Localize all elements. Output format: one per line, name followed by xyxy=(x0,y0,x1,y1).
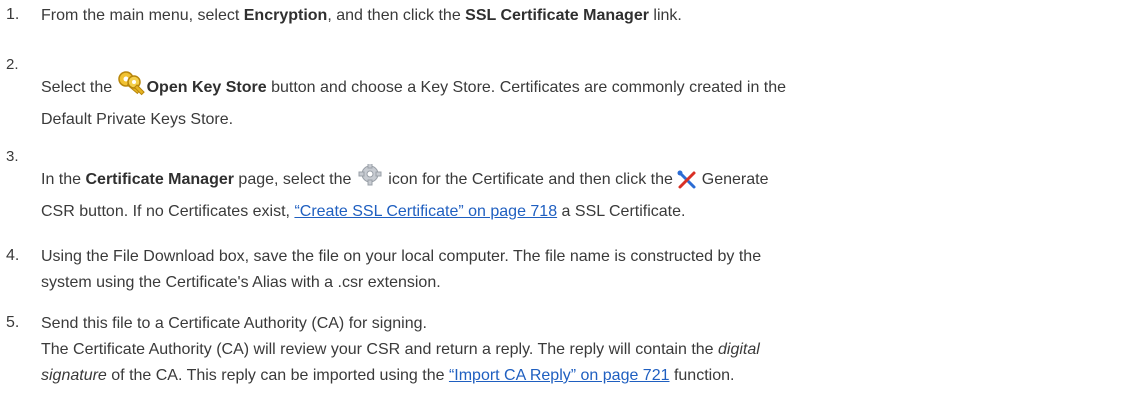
step-text: Select the Open Key Store button and cho… xyxy=(41,70,1141,133)
link-create-ssl-certificate[interactable]: “Create SSL Certificate” on page 718 xyxy=(294,203,557,220)
step-number: 1. xyxy=(6,6,20,23)
key-icon xyxy=(117,70,147,107)
step-number: 5. xyxy=(6,314,20,331)
step-text: From the main menu, select Encryption, a… xyxy=(41,7,682,24)
tools-icon xyxy=(677,170,697,199)
link-import-ca-reply[interactable]: “Import CA Reply” on page 721 xyxy=(449,367,670,384)
step-text: Send this file to a Certificate Authorit… xyxy=(41,315,760,384)
link-ssl-certificate-manager: SSL Certificate Manager xyxy=(465,7,649,24)
step-number: 3. xyxy=(6,148,19,165)
step-text: Using the File Download box, save the fi… xyxy=(41,248,762,291)
open-key-store-button: Open Key Store xyxy=(146,79,267,96)
step-number: 2. xyxy=(6,56,19,73)
gear-icon xyxy=(356,162,384,199)
step-text: In the Certificate Manager page, select … xyxy=(41,162,1141,225)
menu-item-encryption: Encryption xyxy=(243,7,328,24)
step-number: 4. xyxy=(6,247,20,264)
certificate-manager-page: Certificate Manager xyxy=(85,171,234,188)
